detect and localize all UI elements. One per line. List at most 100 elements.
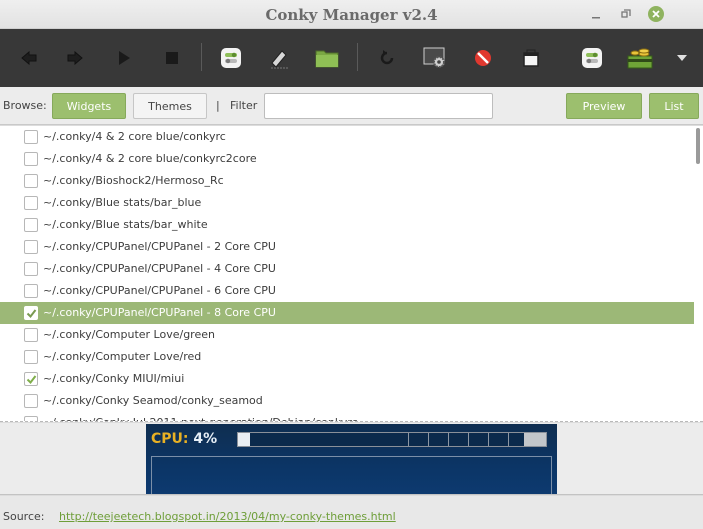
- list-item[interactable]: ~/.conky/4 & 2 core blue/conkyrc: [0, 126, 694, 148]
- preview-button[interactable]: Preview: [566, 93, 642, 119]
- cpu-usage-track: [250, 433, 524, 446]
- edit-button[interactable]: [263, 42, 295, 74]
- cpu-bar-segment-divider: [448, 433, 449, 446]
- list-item[interactable]: ~/.conky/Blue stats/bar_blue: [0, 192, 694, 214]
- cpu-usage-fill: [238, 433, 250, 446]
- theme-toggle-button[interactable]: [576, 42, 608, 74]
- next-button[interactable]: [59, 42, 91, 74]
- refresh-button[interactable]: [371, 42, 403, 74]
- list-item-path: ~/.conky/Computer Love/green: [43, 328, 215, 341]
- list-item[interactable]: ~/.conky/CPUPanel/CPUPanel - 8 Core CPU: [0, 302, 694, 324]
- list-item[interactable]: ~/.conky/Computer Love/red: [0, 346, 694, 368]
- list-item-checkbox[interactable]: [24, 262, 38, 276]
- list-item-path: ~/.conky/Conky MIUI/miui: [43, 372, 185, 385]
- source-label: Source:: [3, 510, 45, 523]
- cpu-bar-segment-divider: [468, 433, 469, 446]
- title-bar: Conky Manager v2.4: [0, 0, 703, 29]
- cpu-graph-frame: [151, 456, 552, 494]
- list-item-path: ~/.conky/CPUPanel/CPUPanel - 8 Core CPU: [43, 306, 276, 319]
- filter-input[interactable]: [264, 93, 493, 119]
- cpu-bar-segment-divider: [408, 433, 409, 446]
- list-item-path: ~/.conky/Bioshock2/Hermoso_Rc: [43, 174, 224, 187]
- start-button[interactable]: [108, 42, 140, 74]
- toolbar-separator: [357, 43, 358, 71]
- list-item-checkbox[interactable]: [24, 152, 38, 166]
- list-item-checkbox[interactable]: [24, 130, 38, 144]
- play-icon: [119, 51, 130, 65]
- donate-button[interactable]: [624, 42, 656, 74]
- restore-icon: [621, 9, 631, 18]
- maximize-button[interactable]: [618, 6, 634, 22]
- list-item-path: ~/.conky/Computer Love/red: [43, 350, 202, 363]
- kill-all-button[interactable]: [467, 42, 499, 74]
- cpu-bar-segment-divider: [488, 433, 489, 446]
- settings-icon: [423, 47, 445, 68]
- minimize-icon: [592, 17, 600, 19]
- settings-button[interactable]: [419, 42, 451, 74]
- checkmark-icon: [26, 374, 36, 384]
- list-item[interactable]: ~/.conky/Conky Seamod/conky_seamod: [0, 390, 694, 412]
- list-item-path: ~/.conky/CPUPanel/CPUPanel - 4 Core CPU: [43, 262, 276, 275]
- list-item-checkbox[interactable]: [24, 284, 38, 298]
- list-item-checkbox[interactable]: [24, 196, 38, 210]
- toggle-icon: [221, 48, 241, 68]
- source-link[interactable]: http://teejeetech.blogspot.in/2013/04/my…: [59, 510, 396, 523]
- minimize-button[interactable]: [588, 6, 604, 22]
- list-item-checkbox[interactable]: [24, 328, 38, 342]
- widgets-button[interactable]: Widgets: [52, 93, 126, 119]
- list-item-checkbox[interactable]: [24, 350, 38, 364]
- money-icon: [627, 48, 653, 69]
- preview-pane: CPU: 4%: [0, 423, 703, 495]
- arrow-left-icon: [21, 51, 37, 65]
- list-item[interactable]: ~/.conky/CPUPanel/CPUPanel - 6 Core CPU: [0, 280, 694, 302]
- list-item[interactable]: ~/.conky/Conky MIUI/miui: [0, 368, 694, 390]
- list-item[interactable]: ~/.conky/Computer Love/green: [0, 324, 694, 346]
- list-item-checkbox[interactable]: [24, 394, 38, 408]
- filter-label: Filter: [230, 99, 258, 112]
- refresh-icon: [380, 50, 394, 65]
- list-item-checkbox[interactable]: [24, 416, 38, 421]
- cpu-value: 4%: [193, 431, 218, 447]
- open-folder-button[interactable]: [311, 42, 343, 74]
- list-item-path: ~/.conky/Blue stats/bar_white: [43, 218, 208, 231]
- list-item-checkbox[interactable]: [24, 372, 38, 386]
- list-item-checkbox[interactable]: [24, 174, 38, 188]
- list-item[interactable]: ~/.conky/Blue stats/bar_white: [0, 214, 694, 236]
- list-item-checkbox[interactable]: [24, 218, 38, 232]
- list-item[interactable]: ~/.conky/CPUPanel/CPUPanel - 4 Core CPU: [0, 258, 694, 280]
- list-item[interactable]: ~/.conky/CPUPanel/CPUPanel - 2 Core CPU: [0, 236, 694, 258]
- list-scrollbar[interactable]: [696, 128, 700, 164]
- pencil-icon: [271, 50, 289, 69]
- themes-button[interactable]: Themes: [133, 93, 207, 119]
- cpu-bar-segment-divider: [428, 433, 429, 446]
- browse-label: Browse:: [3, 99, 47, 112]
- dropdown-arrow-icon: [677, 55, 687, 61]
- menu-button[interactable]: [670, 42, 694, 74]
- cpu-label: CPU: 4%: [151, 431, 217, 447]
- list-item-checkbox[interactable]: [24, 306, 38, 320]
- checkmark-icon: [26, 308, 36, 318]
- list-item[interactable]: ~/.conky/4 & 2 core blue/conkyrc2core: [0, 148, 694, 170]
- list-item-path: ~/.conky/4 & 2 core blue/conkyrc2core: [43, 152, 257, 165]
- widget-list: ~/.conky/4 & 2 core blue/conkyrc ~/.conky…: [0, 126, 703, 422]
- toggle-icon: [582, 48, 602, 68]
- generate-button[interactable]: [515, 42, 547, 74]
- toggle-button[interactable]: [215, 42, 247, 74]
- previous-button[interactable]: [13, 42, 45, 74]
- toolbar: [0, 29, 703, 87]
- close-icon: [652, 10, 660, 18]
- browse-bar: Browse: Widgets Themes | Filter Preview …: [0, 87, 703, 125]
- list-item[interactable]: ~/.conky/Conky Jul 2011 next generation/…: [0, 412, 694, 421]
- list-button[interactable]: List: [649, 93, 699, 119]
- list-item-path: ~/.conky/Conky Seamod/conky_seamod: [43, 394, 263, 407]
- folder-icon: [315, 50, 339, 68]
- list-item-path: ~/.conky/Conky Jul 2011 next generation/…: [43, 416, 358, 421]
- window-icon: [523, 49, 539, 67]
- stop-button[interactable]: [156, 42, 188, 74]
- preview-image: CPU: 4%: [146, 424, 557, 494]
- list-item[interactable]: ~/.conky/Bioshock2/Hermoso_Rc: [0, 170, 694, 192]
- list-item-checkbox[interactable]: [24, 240, 38, 254]
- cpu-bar-segment-divider: [508, 433, 509, 446]
- stop-sign-icon: [475, 50, 491, 66]
- close-button[interactable]: [648, 6, 664, 22]
